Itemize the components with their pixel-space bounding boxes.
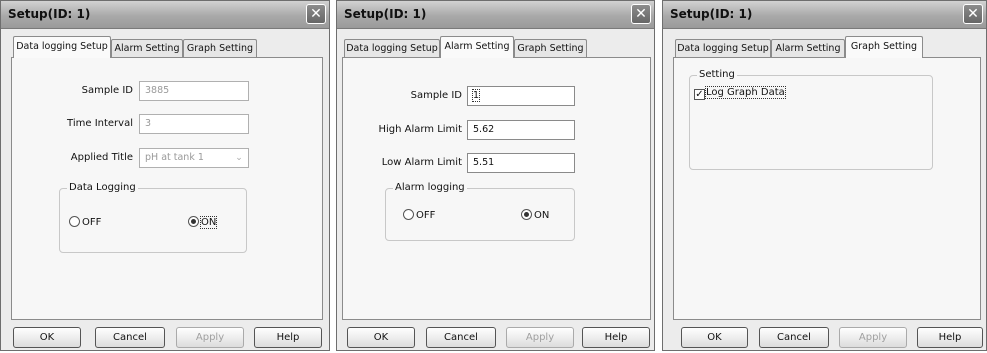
tab-panel: Sample ID 3885 Time Interval 3 Applied T…	[11, 57, 323, 320]
close-icon[interactable]: ✕	[963, 4, 983, 24]
sample-id-value: 1	[471, 89, 481, 102]
radio-off[interactable]: OFF	[403, 209, 435, 221]
close-icon[interactable]: ✕	[306, 4, 326, 24]
sample-id-label: Sample ID	[410, 90, 462, 101]
high-alarm-limit-label: High Alarm Limit	[378, 124, 462, 135]
radio-off-label: OFF	[416, 210, 436, 221]
apply-button[interactable]: Apply	[176, 327, 244, 348]
radio-on[interactable]: ON	[188, 216, 218, 229]
radio-off-label: OFF	[82, 217, 102, 228]
alarm-logging-group: Alarm logging OFF ON	[385, 182, 575, 241]
group-label: Setting	[697, 69, 737, 80]
radio-on-circle[interactable]	[188, 216, 199, 227]
title-bar[interactable]: Setup(ID: 1) ✕	[337, 1, 654, 29]
tab-alarm-setting[interactable]: Alarm Setting	[771, 39, 845, 57]
tab-panel: Setting ✓ Log Graph Data	[673, 57, 981, 320]
applied-title-select[interactable]: pH at tank 1 ⌄	[139, 148, 249, 168]
apply-button[interactable]: Apply	[506, 327, 574, 348]
high-alarm-limit-field[interactable]: 5.62	[467, 120, 575, 140]
sample-id-field[interactable]: 3885	[139, 81, 249, 101]
help-button[interactable]: Help	[917, 327, 983, 348]
log-graph-data-checkbox[interactable]: ✓ Log Graph Data	[694, 86, 786, 100]
cancel-button[interactable]: Cancel	[759, 327, 829, 348]
applied-title-label: Applied Title	[70, 152, 133, 163]
log-graph-data-label: Log Graph Data	[705, 86, 786, 99]
tab-data-logging-setup[interactable]: Data logging Setup	[13, 36, 111, 58]
close-icon[interactable]: ✕	[631, 4, 651, 24]
chevron-down-icon[interactable]: ⌄	[232, 151, 246, 165]
title-bar[interactable]: Setup(ID: 1) ✕	[1, 1, 329, 29]
dialog-title: Setup(ID: 1)	[8, 7, 91, 21]
tab-data-logging-setup[interactable]: Data logging Setup	[675, 39, 771, 57]
group-label: Data Logging	[67, 182, 138, 193]
help-button[interactable]: Help	[254, 327, 322, 348]
radio-off[interactable]: OFF	[69, 216, 101, 228]
radio-on-label: ON	[534, 210, 550, 221]
tab-data-logging-setup[interactable]: Data logging Setup	[344, 39, 440, 57]
time-interval-field[interactable]: 3	[139, 114, 249, 134]
setup-dialog-alarm-setting: Setup(ID: 1) ✕ Data logging Setup Alarm …	[336, 0, 655, 351]
cancel-button[interactable]: Cancel	[95, 327, 165, 348]
checkmark-icon[interactable]: ✓	[694, 89, 705, 100]
dialog-title: Setup(ID: 1)	[344, 7, 427, 21]
tab-graph-setting[interactable]: Graph Setting	[514, 39, 587, 57]
dialog-title: Setup(ID: 1)	[670, 7, 753, 21]
tab-alarm-setting[interactable]: Alarm Setting	[440, 36, 514, 58]
tab-panel: Sample ID 1 High Alarm Limit 5.62 Low Al…	[342, 57, 651, 320]
tab-graph-setting[interactable]: Graph Setting	[845, 36, 923, 58]
low-alarm-limit-field[interactable]: 5.51	[467, 153, 575, 173]
ok-button[interactable]: OK	[13, 327, 81, 348]
ok-button[interactable]: OK	[681, 327, 748, 348]
group-label: Alarm logging	[393, 182, 467, 193]
radio-on-circle[interactable]	[521, 209, 532, 220]
ok-button[interactable]: OK	[347, 327, 415, 348]
setup-dialog-graph-setting: Setup(ID: 1) ✕ Data logging Setup Alarm …	[662, 0, 987, 351]
sample-id-field[interactable]: 1	[467, 86, 575, 106]
cancel-button[interactable]: Cancel	[426, 327, 496, 348]
low-alarm-limit-label: Low Alarm Limit	[381, 157, 462, 168]
tab-alarm-setting[interactable]: Alarm Setting	[111, 39, 183, 57]
apply-button[interactable]: Apply	[839, 327, 907, 348]
sample-id-label: Sample ID	[81, 85, 133, 96]
radio-off-circle[interactable]	[403, 209, 414, 220]
radio-off-circle[interactable]	[69, 216, 80, 227]
title-bar[interactable]: Setup(ID: 1) ✕	[663, 1, 986, 29]
setup-dialog-data-logging: Setup(ID: 1) ✕ Data logging Setup Alarm …	[0, 0, 330, 351]
radio-on-label: ON	[199, 216, 218, 229]
tab-graph-setting[interactable]: Graph Setting	[183, 39, 257, 57]
radio-on[interactable]: ON	[521, 209, 549, 221]
help-button[interactable]: Help	[582, 327, 650, 348]
time-interval-label: Time Interval	[67, 118, 133, 129]
applied-title-value: pH at tank 1	[145, 152, 204, 163]
data-logging-group: Data Logging OFF ON	[59, 182, 247, 253]
setting-group: Setting ✓ Log Graph Data	[689, 69, 933, 170]
